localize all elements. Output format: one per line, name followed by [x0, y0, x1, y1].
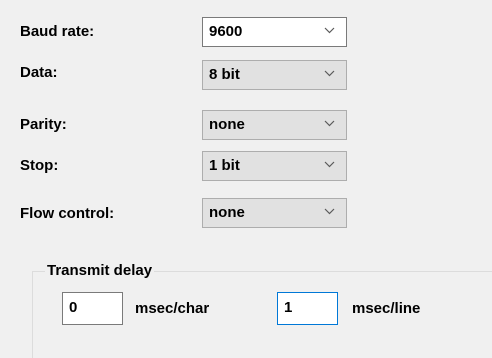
char-delay-unit-label: msec/char [135, 300, 210, 317]
transmit-delay-title: Transmit delay [45, 262, 155, 280]
baud-rate-value[interactable]: 9600 [209, 23, 242, 41]
char-delay-value[interactable]: 0 [69, 299, 77, 317]
chevron-down-icon[interactable] [324, 208, 335, 215]
stop-bits-value: 1 bit [209, 157, 240, 174]
chevron-down-icon[interactable] [324, 120, 335, 127]
char-delay-input[interactable]: 0 [62, 292, 123, 325]
flow-control-dropdown[interactable]: none [202, 198, 347, 228]
data-bits-value: 8 bit [209, 66, 240, 83]
stop-bits-label: Stop: [20, 157, 59, 174]
chevron-down-icon[interactable] [324, 27, 335, 34]
flow-control-value: none [209, 204, 245, 221]
baud-rate-combobox[interactable]: 9600 [202, 17, 347, 47]
baud-rate-label: Baud rate: [20, 23, 95, 40]
parity-dropdown[interactable]: none [202, 110, 347, 140]
data-bits-label: Data: [20, 64, 58, 81]
parity-label: Parity: [20, 116, 67, 133]
stop-bits-dropdown[interactable]: 1 bit [202, 151, 347, 181]
parity-value: none [209, 116, 245, 133]
data-bits-dropdown[interactable]: 8 bit [202, 60, 347, 90]
line-delay-input[interactable]: 1 [277, 292, 338, 325]
chevron-down-icon[interactable] [324, 70, 335, 77]
flow-control-label: Flow control: [20, 205, 115, 222]
chevron-down-icon[interactable] [324, 161, 335, 168]
line-delay-unit-label: msec/line [352, 300, 421, 317]
line-delay-value[interactable]: 1 [284, 299, 292, 317]
